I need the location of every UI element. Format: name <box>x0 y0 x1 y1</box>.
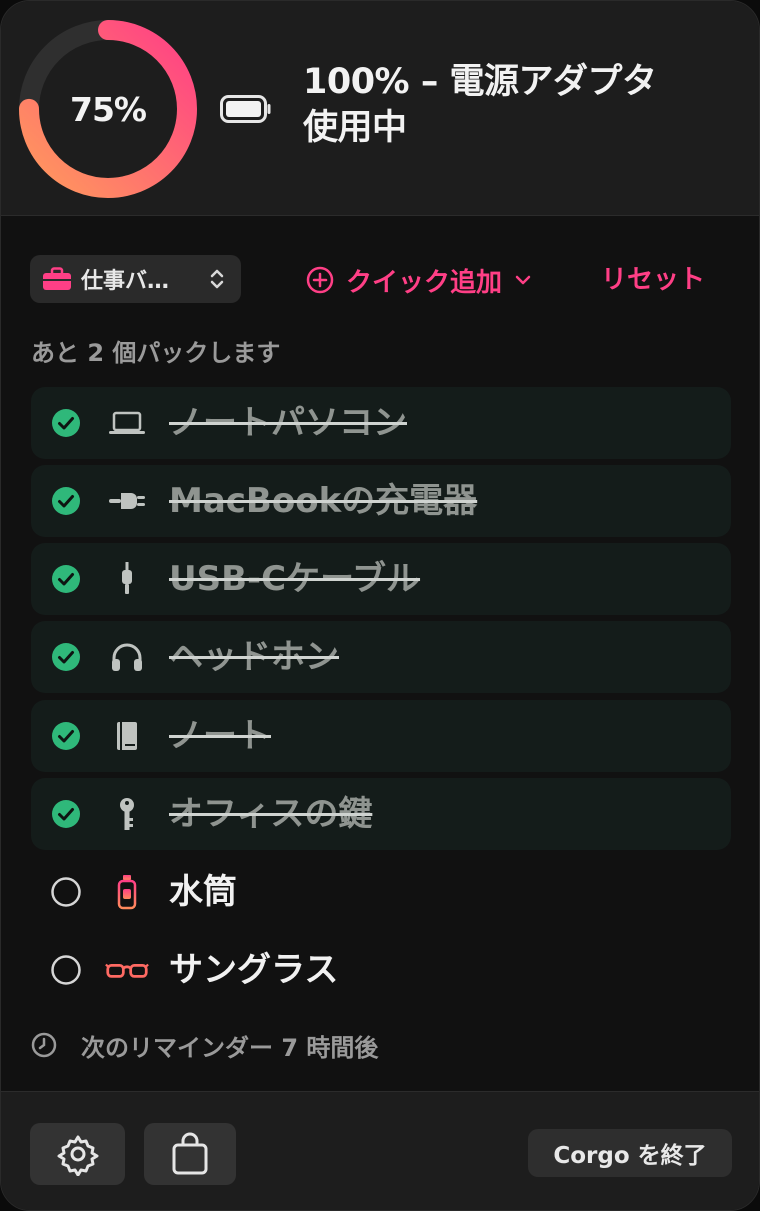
chevron-updown-icon <box>210 269 224 289</box>
cable-icon <box>105 561 149 597</box>
next-reminder: 次のリマインダー 7 時間後 <box>31 1029 379 1062</box>
item-label: 水筒 <box>169 872 237 912</box>
water-bottle-icon <box>105 874 149 910</box>
quick-add-button[interactable]: クイック追加 <box>306 260 532 300</box>
plus-circle-icon <box>306 266 334 294</box>
footer: Corgo を終了 <box>1 1091 759 1210</box>
item-label: オフィスの鍵 <box>169 794 373 834</box>
plug-icon <box>105 483 149 519</box>
reset-button[interactable]: リセット <box>601 260 705 300</box>
checked-circle-icon[interactable] <box>51 564 81 594</box>
bag-button[interactable] <box>144 1123 236 1185</box>
power-status: 100% – 電源アダプタ 使用中 <box>303 59 743 151</box>
bag-selector-label: 仕事バ… <box>81 269 170 294</box>
item-label: ヘッドホン <box>169 637 339 677</box>
chevron-down-icon <box>515 275 531 285</box>
ring-percent-label: 75% <box>70 89 147 129</box>
list-item[interactable]: ヘッドホン <box>31 621 731 693</box>
briefcase-icon <box>43 267 71 290</box>
list-item[interactable]: MacBookの充電器 <box>31 465 731 537</box>
bag-selector[interactable]: 仕事バ… <box>30 255 241 303</box>
power-status-line1: 100% – 電源アダプタ <box>303 62 657 102</box>
item-label: MacBookの充電器 <box>169 481 478 521</box>
sunglasses-icon <box>105 952 149 988</box>
list-item[interactable]: USB-Cケーブル <box>31 543 731 615</box>
key-icon <box>105 796 149 832</box>
notebook-icon <box>105 718 149 754</box>
item-label: USB-Cケーブル <box>169 559 421 599</box>
list-item[interactable]: 水筒 <box>31 856 731 928</box>
item-label: ノートパソコン <box>169 403 407 443</box>
empty-circle-icon[interactable] <box>51 955 81 985</box>
checked-circle-icon[interactable] <box>51 408 81 438</box>
checked-circle-icon[interactable] <box>51 642 81 672</box>
settings-button[interactable] <box>30 1123 125 1185</box>
header: 75% 100% – 電源アダプタ 使用中 <box>1 1 759 216</box>
gear-icon <box>57 1135 98 1176</box>
power-status-line2: 使用中 <box>303 108 407 148</box>
app-window: 75% 100% – 電源アダプタ 使用中 仕事バ… クイック追加 リセット あ… <box>0 0 760 1211</box>
clock-icon <box>31 1032 57 1058</box>
shopping-bag-icon <box>172 1132 208 1175</box>
checked-circle-icon[interactable] <box>51 799 81 829</box>
item-label: サングラス <box>169 950 339 990</box>
quick-add-label: クイック追加 <box>346 267 503 298</box>
quit-button[interactable]: Corgo を終了 <box>528 1129 732 1177</box>
checked-circle-icon[interactable] <box>51 486 81 516</box>
item-label: ノート <box>169 716 271 756</box>
list-item[interactable]: ノートパソコン <box>31 387 731 459</box>
laptop-icon <box>105 405 149 441</box>
next-reminder-label: 次のリマインダー 7 時間後 <box>81 1033 379 1062</box>
headphones-icon <box>105 639 149 675</box>
battery-icon <box>220 95 271 123</box>
list-item[interactable]: サングラス <box>31 934 731 1006</box>
empty-circle-icon[interactable] <box>51 877 81 907</box>
list-item[interactable]: ノート <box>31 700 731 772</box>
checked-circle-icon[interactable] <box>51 721 81 751</box>
list-item[interactable]: オフィスの鍵 <box>31 778 731 850</box>
remaining-count: あと 2 個パックします <box>31 339 281 367</box>
